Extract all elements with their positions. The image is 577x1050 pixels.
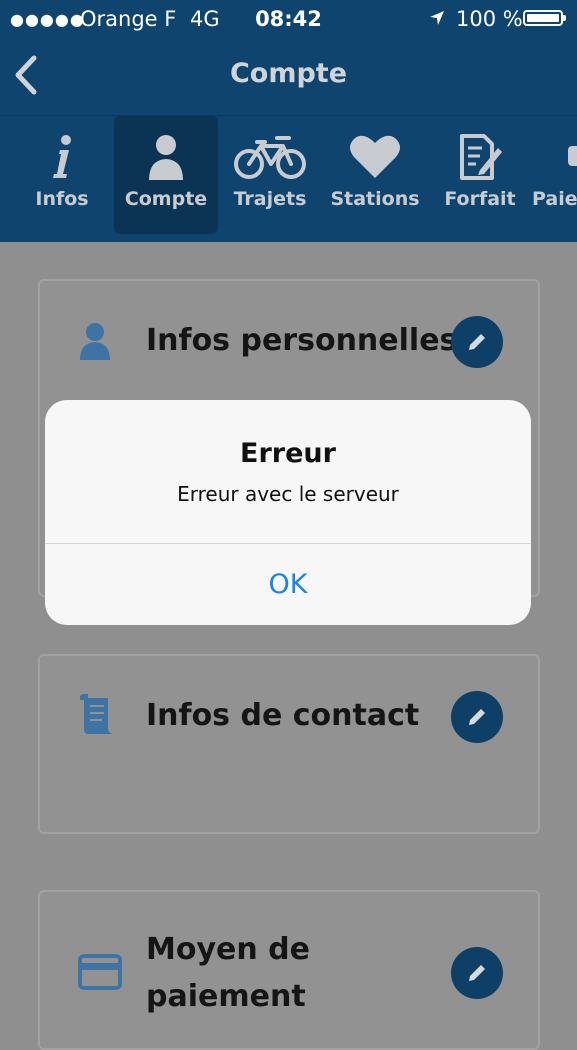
plug-icon xyxy=(566,132,577,184)
card-title-line2: paiement xyxy=(146,979,306,1014)
bicycle-icon xyxy=(222,132,318,184)
user-icon xyxy=(114,132,218,184)
pencil-icon xyxy=(469,965,485,981)
card-title-line1: Moyen de xyxy=(146,932,310,967)
navigation-bar: Compte xyxy=(0,38,577,116)
user-icon xyxy=(78,321,112,365)
tab-infos[interactable]: Infos xyxy=(14,116,110,234)
card-infos-contact: Infos de contact xyxy=(38,654,540,834)
status-bar: ●●●●● Orange F 4G 08:42 100 % xyxy=(0,0,577,38)
tab-label: Compte xyxy=(124,188,208,210)
tab-label: Forfait xyxy=(444,188,516,210)
heart-icon xyxy=(326,132,424,184)
tab-trajets[interactable]: Trajets xyxy=(222,116,318,234)
document-edit-icon xyxy=(438,132,522,184)
edit-button[interactable] xyxy=(451,691,503,743)
tab-compte[interactable]: Compte xyxy=(114,116,218,234)
card-moyen-paiement: Moyen de paiement xyxy=(38,890,540,1050)
error-alert: Erreur Erreur avec le serveur OK xyxy=(45,400,531,625)
info-icon xyxy=(14,132,110,184)
alert-title: Erreur xyxy=(240,438,336,469)
tab-label: Stations xyxy=(330,188,420,210)
location-arrow-icon xyxy=(428,8,446,32)
tab-label: Infos xyxy=(35,188,89,210)
page-title: Compte xyxy=(229,58,348,89)
pencil-icon xyxy=(469,334,485,350)
tab-bar: Infos Compte Trajets Stations Forfait Pa… xyxy=(0,116,577,242)
ok-button[interactable]: OK xyxy=(45,544,531,625)
alert-message: Erreur avec le serveur xyxy=(177,482,399,506)
battery-percent: 100 % xyxy=(456,7,523,31)
tab-label: Trajets xyxy=(233,188,307,210)
credit-card-icon xyxy=(78,954,122,994)
tab-paiement[interactable]: Paiem xyxy=(526,116,577,234)
tab-label: Paiem xyxy=(532,188,577,210)
tab-stations[interactable]: Stations xyxy=(326,116,424,234)
edit-button[interactable] xyxy=(451,947,503,999)
card-title: Infos de contact xyxy=(146,698,420,733)
tab-forfait[interactable]: Forfait xyxy=(438,116,522,234)
pencil-icon xyxy=(469,709,485,725)
edit-button[interactable] xyxy=(451,316,503,368)
battery-icon xyxy=(523,10,566,26)
scroll-icon xyxy=(78,694,118,740)
card-title: Infos personnelles xyxy=(146,323,458,358)
